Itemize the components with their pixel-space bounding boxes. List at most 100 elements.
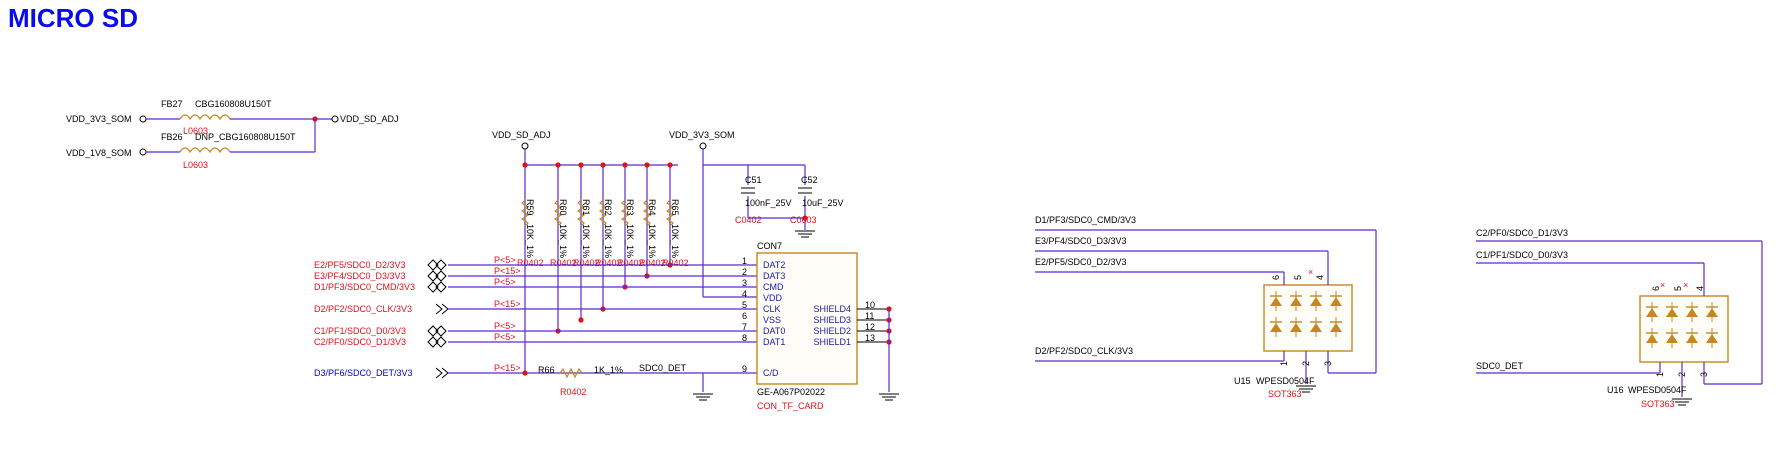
power-port-icon: [521, 142, 529, 150]
net-xref: P<5>: [494, 277, 516, 287]
power-port-icon: [331, 115, 339, 123]
power-port-icon: [699, 142, 707, 150]
resistor-value: 10K_1%: [625, 224, 635, 258]
u15-pin: 1: [1279, 361, 1289, 366]
u15-pin: 2: [1301, 361, 1311, 366]
pin-number: 13: [865, 333, 875, 343]
net-xref: P<5>: [494, 321, 516, 331]
u16-pin: 1: [1655, 372, 1665, 377]
fb27-value: CBG160808U150T: [195, 99, 272, 109]
vdd-3v3-som-label: VDD_3V3_SOM: [66, 114, 132, 124]
resistor-ref: R65: [670, 199, 680, 216]
u15-net-label: D1/PF3/SDC0_CMD/3V3: [1035, 215, 1136, 225]
c51-value: 100nF_25V: [745, 198, 792, 208]
pin-number: 9: [742, 364, 747, 374]
pin-number: 12: [865, 322, 875, 332]
con7-part: GE-A067P02022: [757, 387, 825, 397]
pin-name: VDD: [763, 293, 783, 303]
pin-number: 4: [742, 289, 747, 299]
fb26-ref: FB26: [161, 132, 183, 142]
pin-number: 6: [742, 311, 747, 321]
fb26-package: L0603: [183, 160, 208, 170]
junction-dot: [555, 162, 561, 168]
pin-name: DAT0: [763, 326, 785, 336]
net-port: C1/PF1/SDC0_D0/3V3 P<5>: [314, 321, 757, 337]
resistor-value: 10K_1%: [525, 224, 535, 258]
u15-pin: 5: [1293, 275, 1303, 280]
net-port: D2/PF2/SDC0_CLK/3V3 P<15>: [314, 299, 757, 315]
ferrite-section: VDD_3V3_SOM FB27 CBG160808U150T L0603 VD…: [66, 99, 399, 170]
net-label: C2/PF0/SDC0_D1/3V3: [314, 337, 406, 347]
junction-dot: [667, 162, 673, 168]
ground-icon: [795, 230, 815, 238]
power-port-icon: [139, 115, 147, 123]
junction-dot: [644, 162, 650, 168]
resistor-ref: R64: [647, 199, 657, 216]
u16-ref: U16: [1607, 385, 1624, 395]
u15-pin: 3: [1323, 361, 1333, 366]
no-connect-icon: ×: [1660, 280, 1665, 290]
u15-pin: 4: [1315, 275, 1325, 280]
u16-net-label: C1/PF1/SDC0_D0/3V3: [1476, 250, 1568, 260]
resistor-value: 10K_1%: [558, 224, 568, 258]
u16-body: [1639, 295, 1729, 363]
u16-part: WPESD0504F: [1628, 385, 1687, 395]
fb27-ref: FB27: [161, 99, 183, 109]
u16-package: SOT363: [1641, 399, 1675, 409]
power-port-icon: [139, 148, 147, 156]
pin-name: CLK: [763, 304, 781, 314]
ground-icon: [879, 393, 899, 401]
net-label: D2/PF2/SDC0_CLK/3V3: [314, 304, 412, 314]
pin-number: 1: [742, 256, 747, 266]
con7-ref: CON7: [757, 241, 782, 251]
pin-number: 3: [742, 278, 747, 288]
resistor-ref: R59: [525, 199, 535, 216]
c52-ref: C52: [801, 175, 818, 185]
pin-number: 11: [865, 311, 874, 321]
r66-resistor: R66 1K_1% R0402 SDC0_DET: [538, 363, 713, 401]
net-port: D3/PF6/SDC0_DET/3V3 P<15>: [314, 363, 757, 379]
connector-con7: CON7 GE-A067P02022 CON_TF_CARD 1 DAT2 2 DAT…: [742, 241, 899, 411]
pin-number: 8: [742, 333, 747, 343]
u15-ref: U15: [1234, 376, 1251, 386]
resistor-ref: R62: [603, 199, 613, 216]
u15-net-label: E2/PF5/SDC0_D2/3V3: [1035, 257, 1127, 267]
net-label: D1/PF3/SDC0_CMD/3V3: [314, 282, 415, 292]
pin-name: DAT1: [763, 337, 785, 347]
decoupling-caps: C51 100nF_25V C0402 C52 10uF_25V C0603: [735, 165, 844, 238]
junction-dot: [522, 162, 528, 168]
c51-ref: C51: [745, 175, 762, 185]
bidirectional-port-icon: [427, 336, 447, 348]
no-connect-icon: ×: [1308, 267, 1313, 277]
input-port-icon: [435, 367, 449, 379]
con7-name: CON_TF_CARD: [757, 401, 824, 411]
resistor-value: 10K_1%: [581, 224, 591, 258]
signal-ports: E2/PF5/SDC0_D2/3V3 P<5> E3/PF4/SDC0_D3/3V3…: [314, 255, 757, 379]
ferrite-fb27-icon: [179, 114, 231, 121]
pin-name: C/D: [763, 368, 779, 378]
junction-dot: [522, 370, 528, 376]
no-connect-icon: ×: [1683, 280, 1688, 290]
ferrite-fb26-icon: [179, 147, 231, 154]
u16-pin: 4: [1695, 286, 1705, 291]
r66-value: 1K_1%: [594, 365, 623, 375]
vdd-sd-adj-label: VDD_SD_ADJ: [340, 114, 399, 124]
r66-package: R0402: [560, 387, 587, 397]
tvs-array-u16: C2/PF0/SDC0_D1/3V3 C1/PF1/SDC0_D0/3V3 SDC0…: [1476, 228, 1763, 409]
bidirectional-port-icon: [427, 259, 447, 271]
vdd-3v3-som-top-label: VDD_3V3_SOM: [669, 130, 735, 140]
c51-package: C0402: [735, 215, 762, 225]
pin-name: VSS: [763, 315, 781, 325]
resistor-ref: R60: [558, 199, 568, 216]
bidirectional-port-icon: [427, 325, 447, 337]
junction-dot: [622, 162, 628, 168]
pin-number: 2: [742, 267, 747, 277]
u15-part: WPESD0504F: [1256, 376, 1315, 386]
junction-dot: [578, 162, 584, 168]
junction-dot: [600, 162, 606, 168]
pin-name: SHIELD4: [813, 304, 851, 314]
u15-pin: 6: [1271, 275, 1281, 280]
ground-icon: [1672, 398, 1692, 406]
bidirectional-port-icon: [427, 270, 447, 282]
resistor-value: 10K_1%: [647, 224, 657, 258]
